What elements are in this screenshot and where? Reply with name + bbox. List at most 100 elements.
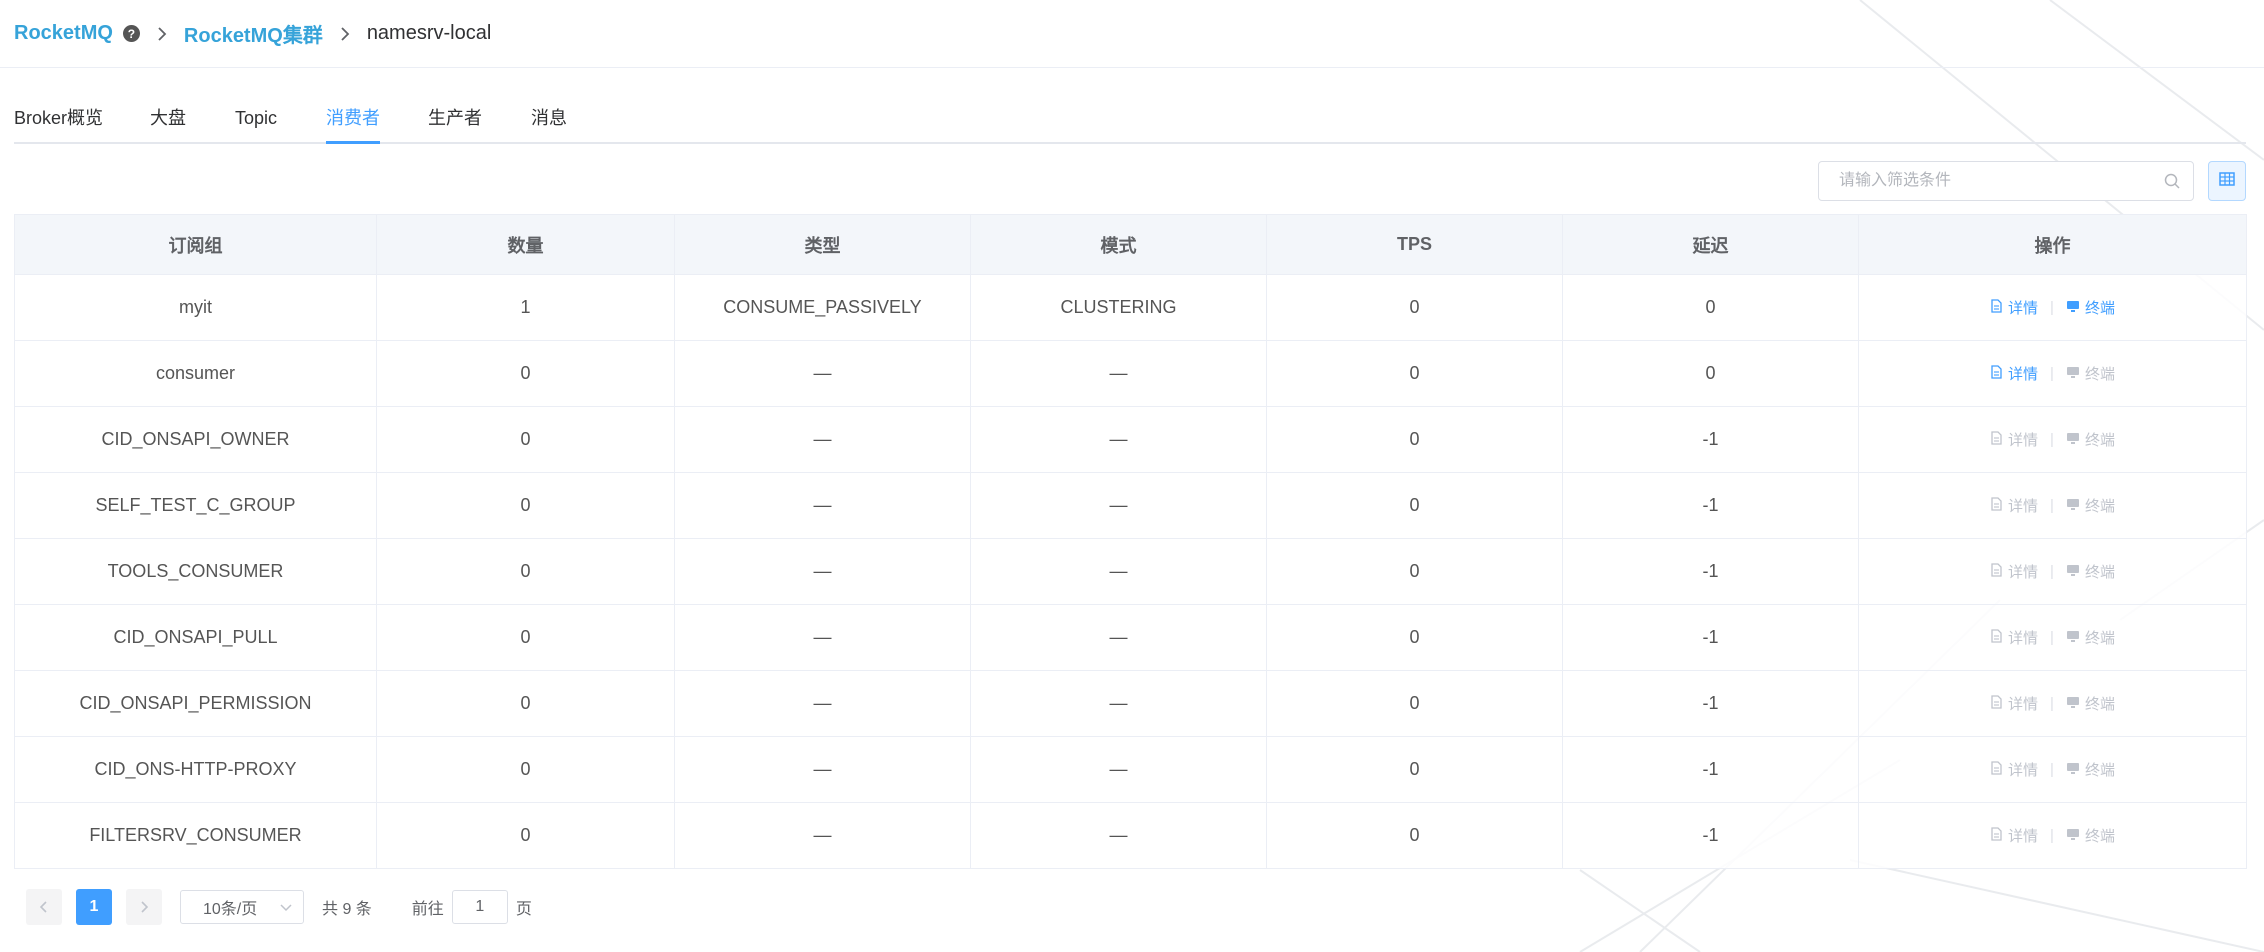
tps-cell: 0 — [1266, 406, 1563, 473]
group-cell: SELF_TEST_C_GROUP — [14, 472, 377, 539]
monitor-icon — [2066, 299, 2080, 317]
terminal-label: 终端 — [2084, 828, 2115, 846]
type-cell: — — [674, 802, 971, 869]
action-divider: | — [2050, 827, 2054, 845]
terminal-button[interactable]: 终端 — [2066, 825, 2115, 846]
filter-input[interactable] — [1819, 162, 2149, 200]
monitor-icon — [2066, 827, 2080, 845]
type-cell: CONSUME_PASSIVELY — [674, 274, 971, 341]
tps-cell: 0 — [1266, 340, 1563, 407]
delay-cell: -1 — [1562, 670, 1859, 737]
type-cell: — — [674, 406, 971, 473]
mode-cell: — — [970, 670, 1267, 737]
mode-cell: CLUSTERING — [970, 274, 1267, 341]
type-cell: — — [674, 604, 971, 671]
breadcrumb-cluster-link[interactable]: RocketMQ集群 — [184, 19, 323, 48]
detail-label: 详情 — [2008, 366, 2039, 384]
tps-cell: 0 — [1266, 538, 1563, 605]
detail-label: 详情 — [2008, 432, 2039, 450]
terminal-button[interactable]: 终端 — [2066, 297, 2115, 318]
mode-cell: — — [970, 604, 1267, 671]
detail-button[interactable]: 详情 — [1990, 297, 2038, 318]
terminal-button[interactable]: 终端 — [2066, 759, 2115, 780]
column-header-delay[interactable]: 延迟 — [1562, 214, 1859, 275]
monitor-icon — [2066, 629, 2080, 647]
delay-cell: -1 — [1562, 472, 1859, 539]
detail-button[interactable]: 详情 — [1990, 561, 2038, 582]
tab-consumer[interactable]: 消费者 — [326, 106, 380, 142]
breadcrumb-root-link[interactable]: RocketMQ — [14, 22, 113, 45]
goto-label-prefix: 前往 — [411, 901, 444, 918]
mode-cell: — — [970, 736, 1267, 803]
action-divider: | — [2050, 497, 2054, 515]
terminal-button[interactable]: 终端 — [2066, 429, 2115, 450]
column-header-mode[interactable]: 模式 — [970, 214, 1267, 275]
detail-label: 详情 — [2008, 498, 2039, 516]
table-row: myit 1 CONSUME_PASSIVELY CLUSTERING 0 0 详情 | 终端 — [14, 274, 2247, 341]
detail-button[interactable]: 详情 — [1990, 693, 2038, 714]
actions-cell: 详情 | 终端 — [1858, 274, 2247, 341]
terminal-button[interactable]: 终端 — [2066, 693, 2115, 714]
help-icon[interactable]: ? — [122, 25, 140, 42]
mode-cell: — — [970, 406, 1267, 473]
mode-cell: — — [970, 472, 1267, 539]
detail-label: 详情 — [2008, 828, 2039, 846]
delay-cell: 0 — [1562, 274, 1859, 341]
table-grid-icon — [2219, 171, 2235, 191]
count-cell: 0 — [376, 340, 675, 407]
action-divider: | — [2050, 431, 2054, 449]
terminal-button[interactable]: 终端 — [2066, 495, 2115, 516]
terminal-label: 终端 — [2084, 432, 2115, 450]
prev-page-button[interactable] — [26, 889, 62, 925]
tab-message[interactable]: 消息 — [531, 106, 567, 142]
action-divider: | — [2050, 695, 2054, 713]
delay-cell: -1 — [1562, 406, 1859, 473]
group-cell: FILTERSRV_CONSUMER — [14, 802, 377, 869]
monitor-icon — [2066, 431, 2080, 449]
actions-cell: 详情 | 终端 — [1858, 670, 2247, 737]
table-row: consumer 0— —0 0 详情 | 终端 — [14, 340, 2247, 407]
terminal-button[interactable]: 终端 — [2066, 561, 2115, 582]
tps-cell: 0 — [1266, 274, 1563, 341]
detail-button[interactable]: 详情 — [1990, 759, 2038, 780]
detail-button[interactable]: 详情 — [1990, 429, 2038, 450]
next-page-button[interactable] — [126, 889, 162, 925]
tab-topic[interactable]: Topic — [235, 106, 277, 142]
action-divider: | — [2050, 563, 2054, 581]
detail-label: 详情 — [2008, 630, 2039, 648]
terminal-button[interactable]: 终端 — [2066, 627, 2115, 648]
document-icon — [1990, 299, 2003, 317]
column-header-count[interactable]: 数量 — [376, 214, 675, 275]
detail-button[interactable]: 详情 — [1990, 363, 2038, 384]
goto-label-suffix: 页 — [515, 901, 532, 918]
table-row: FILTERSRV_CONSUMER 0— —0 -1 详情 | 终端 — [14, 802, 2247, 869]
detail-button[interactable]: 详情 — [1990, 495, 2038, 516]
tps-cell: 0 — [1266, 472, 1563, 539]
table-row: CID_ONSAPI_PERMISSION 0— —0 -1 详情 | 终端 — [14, 670, 2247, 737]
detail-button[interactable]: 详情 — [1990, 825, 2038, 846]
mode-cell: — — [970, 340, 1267, 407]
monitor-icon — [2066, 761, 2080, 779]
tab-broker-overview[interactable]: Broker概览 — [14, 106, 103, 142]
column-header-type[interactable]: 类型 — [674, 214, 971, 275]
tab-bar: Broker概览 大盘 Topic 消费者 生产者 消息 — [14, 100, 2246, 144]
chevron-left-icon — [39, 901, 47, 913]
detail-button[interactable]: 详情 — [1990, 627, 2038, 648]
delay-cell: -1 — [1562, 802, 1859, 869]
column-header-group[interactable]: 订阅组 — [14, 214, 377, 275]
terminal-label: 终端 — [2084, 762, 2115, 780]
search-icon[interactable] — [2164, 173, 2181, 195]
type-cell: — — [674, 538, 971, 605]
monitor-icon — [2066, 563, 2080, 581]
tab-producer[interactable]: 生产者 — [428, 106, 482, 142]
tab-active-indicator — [326, 141, 380, 144]
tab-dashboard[interactable]: 大盘 — [150, 106, 186, 142]
column-settings-button[interactable] — [2208, 161, 2246, 201]
page-size-select[interactable]: 10条/页 — [180, 890, 304, 924]
terminal-button[interactable]: 终端 — [2066, 363, 2115, 384]
monitor-icon — [2066, 695, 2080, 713]
column-header-tps[interactable]: TPS — [1266, 214, 1563, 275]
page-number-current[interactable]: 1 — [76, 889, 112, 925]
goto-page-input[interactable] — [451, 890, 508, 924]
terminal-label: 终端 — [2084, 498, 2115, 516]
